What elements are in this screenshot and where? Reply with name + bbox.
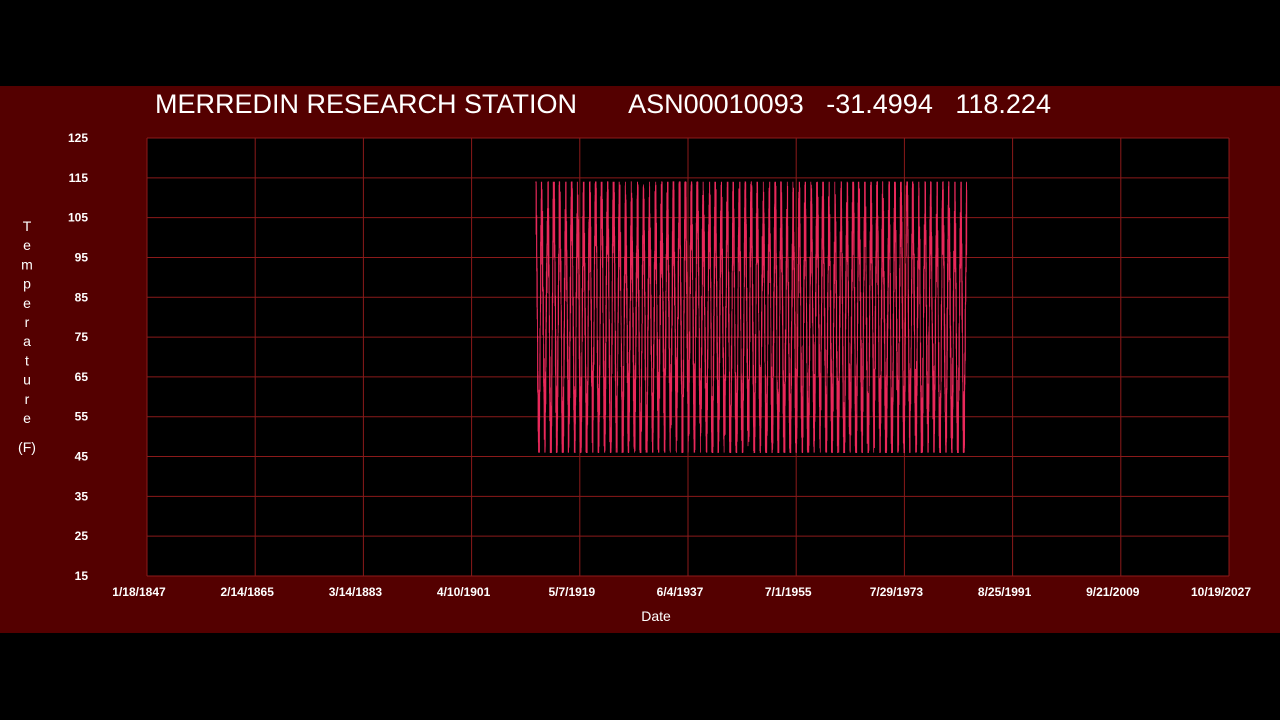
x-tick-label: 5/7/1919	[548, 585, 595, 599]
y-tick-label: 25	[75, 529, 89, 543]
y-tick-label: 55	[75, 410, 89, 424]
x-tick-label: 7/1/1955	[765, 585, 812, 599]
y-label-char: m	[21, 256, 33, 272]
y-label-char: e	[23, 410, 31, 426]
y-tick-label: 65	[75, 370, 89, 384]
y-tick-label: 95	[75, 250, 89, 264]
x-tick-label: 8/25/1991	[978, 585, 1032, 599]
y-label-unit: (F)	[18, 439, 36, 455]
x-axis-label: Date	[641, 608, 671, 624]
x-axis-ticks: 1/18/1847 2/14/1865 3/14/1883 4/10/1901 5/7/…	[112, 585, 1251, 599]
x-tick-label: 9/21/2009	[1086, 585, 1140, 599]
y-label-char: p	[23, 276, 31, 292]
x-tick-label: 6/4/1937	[657, 585, 704, 599]
y-tick-label: 75	[75, 330, 89, 344]
x-tick-label: 10/19/2027	[1191, 585, 1251, 599]
y-tick-label: 125	[68, 131, 88, 145]
x-tick-label: 1/18/1847	[112, 585, 166, 599]
y-label-char: e	[23, 237, 31, 253]
y-label-char: t	[25, 352, 29, 368]
x-tick-label: 4/10/1901	[437, 585, 491, 599]
y-tick-label: 115	[69, 171, 89, 185]
y-tick-label: 45	[75, 450, 89, 464]
y-label-char: r	[25, 314, 30, 330]
y-tick-label: 15	[75, 569, 89, 583]
y-label-char: u	[23, 372, 31, 388]
y-tick-label: 85	[75, 290, 89, 304]
y-label-char: r	[25, 391, 30, 407]
x-tick-label: 7/29/1973	[870, 585, 924, 599]
x-tick-label: 3/14/1883	[329, 585, 383, 599]
y-axis-label: Temperature(F)	[18, 218, 36, 455]
y-tick-label: 105	[68, 211, 88, 225]
temperature-chart: 125 115 105 95 85 75 65 55 45 35 25 15 1/18/1847 2/1…	[18, 131, 1251, 624]
y-label-char: T	[23, 218, 32, 234]
x-tick-label: 2/14/1865	[221, 585, 275, 599]
y-label-char: e	[23, 295, 31, 311]
y-label-char: a	[23, 333, 31, 349]
y-axis-ticks: 125 115 105 95 85 75 65 55 45 35 25 15	[68, 131, 88, 583]
y-tick-label: 35	[75, 489, 89, 503]
